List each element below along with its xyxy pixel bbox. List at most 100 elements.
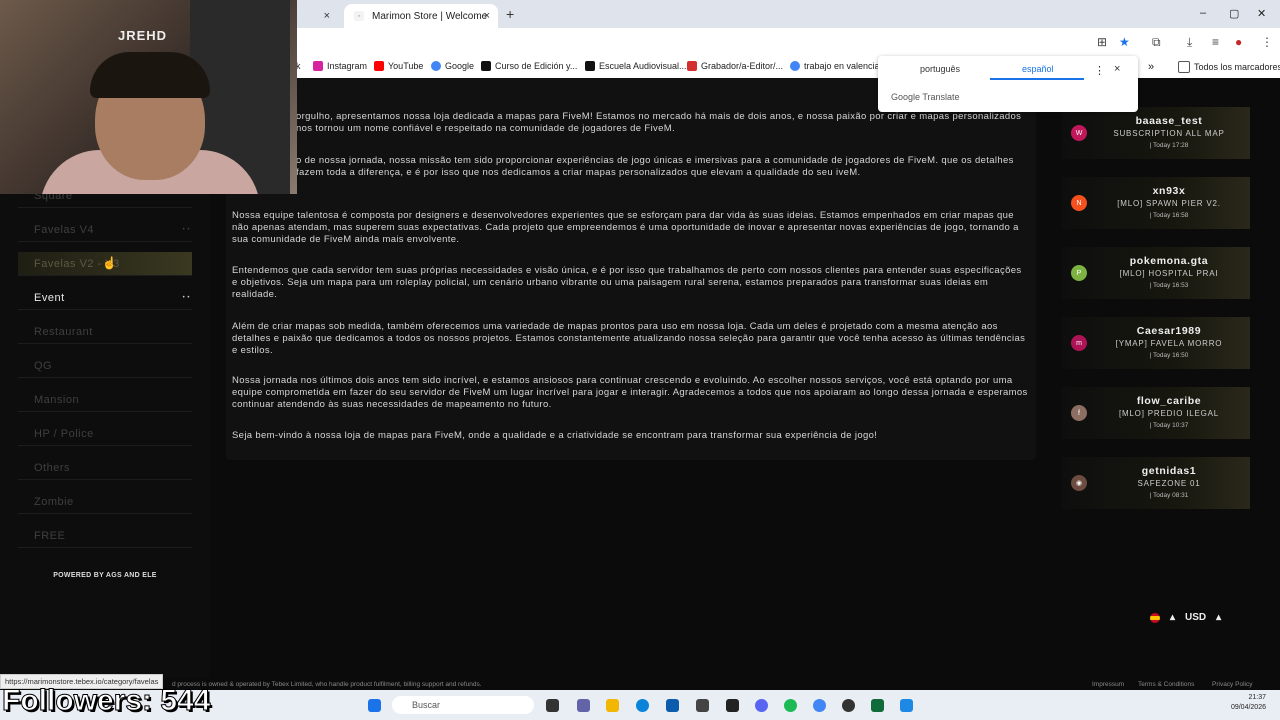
recent-purchase-card: P pokemona.gta [MLO] HOSPITAL PRAI | Tod…: [1062, 247, 1250, 299]
bookmark-youtube[interactable]: YouTube: [374, 61, 423, 71]
buyer-avatar: f: [1071, 405, 1087, 421]
extensions-icon[interactable]: ⧉: [1152, 35, 1161, 50]
welcome-paragraph: Nossa equipe talentosa é composta por de…: [232, 210, 1019, 245]
welcome-paragraph: o de nossa jornada, nossa missão tem sid…: [296, 155, 1014, 178]
category-qg[interactable]: QG: [18, 354, 192, 378]
teams-icon[interactable]: [577, 699, 590, 712]
spotify-icon[interactable]: [784, 699, 797, 712]
app-icon[interactable]: [696, 699, 709, 712]
taskbar-search[interactable]: Buscar: [392, 696, 534, 714]
bookmark-curso[interactable]: Curso de Edición y...: [481, 61, 577, 71]
recent-purchase-card: W baaase_test SUBSCRIPTION ALL MAP | Tod…: [1062, 107, 1250, 159]
footer-link-terms[interactable]: Terms & Conditions: [1138, 681, 1194, 688]
bookmark-star-icon[interactable]: ★: [1119, 35, 1130, 49]
currency-selector[interactable]: ▴ USD ▴: [1150, 612, 1221, 623]
start-icon[interactable]: [368, 699, 381, 712]
clock-date: 09/04/2026: [1230, 704, 1266, 711]
welcome-paragraph: Entendemos que cada servidor tem suas pr…: [232, 265, 1022, 300]
translate-close-icon[interactable]: ×: [1114, 63, 1120, 75]
tab-marimon-store[interactable]: ◦ Marimon Store | Welcome ×: [344, 4, 498, 28]
new-tab-button[interactable]: +: [506, 6, 514, 22]
category-mansion[interactable]: Mansion: [18, 388, 192, 412]
purchased-product: SAFEZONE 01: [1137, 479, 1201, 488]
purchase-time: | Today 17:28: [1149, 142, 1189, 149]
footer-link-impressum[interactable]: Impressum: [1092, 681, 1124, 688]
bookmark-site-icon: [585, 61, 595, 71]
category-restaurant[interactable]: Restaurant: [18, 320, 192, 344]
obs-icon[interactable]: [842, 699, 855, 712]
recent-purchase-card: f flow_caribe [MLO] PREDIO ILEGAL | Toda…: [1062, 387, 1250, 439]
translate-target-tab[interactable]: español: [1022, 64, 1054, 74]
tebex-notice: d process is owned & operated by Tebex L…: [172, 681, 482, 688]
tab-favicon-icon: ◦: [354, 11, 364, 21]
translate-tab-underline: [990, 78, 1084, 80]
recent-purchase-card: N xn93x [MLO] SPAWN PIER V2. | Today 16:…: [1062, 177, 1250, 229]
download-icon[interactable]: ⤓: [1187, 35, 1192, 50]
powered-by-credit: POWERED BY AGS AND ELE: [53, 572, 157, 579]
bookmarks-more-icon[interactable]: »: [1148, 61, 1154, 73]
store-icon[interactable]: [666, 699, 679, 712]
app-icon[interactable]: [726, 699, 739, 712]
webcam-person-hair: [90, 52, 210, 98]
purchased-product: [MLO] SPAWN PIER V2.: [1117, 199, 1221, 208]
translate-source-tab[interactable]: português: [920, 64, 960, 74]
chrome-icon[interactable]: [813, 699, 826, 712]
category-favelas-v4[interactable]: Favelas V4 • •: [18, 218, 192, 242]
clock-time: 21:37: [1248, 694, 1266, 701]
minimize-icon[interactable]: –: [1200, 7, 1206, 19]
bookmark-trabajo[interactable]: trabajo en valencia...: [790, 61, 887, 71]
system-clock[interactable]: 21:37 09/04/2026: [1231, 693, 1266, 713]
buyer-name: getnidas1: [1141, 465, 1197, 477]
currency-code: USD: [1185, 612, 1207, 623]
category-hp-police[interactable]: HP / Police: [18, 422, 192, 446]
purchased-product: [MLO] PREDIO ILEGAL: [1118, 409, 1220, 418]
category-others[interactable]: Others: [18, 456, 192, 480]
webcam-overlay: JREHD: [0, 0, 297, 194]
task-view-icon[interactable]: [546, 699, 559, 712]
youtube-icon: [374, 61, 384, 71]
media-icon[interactable]: ≡: [1212, 35, 1219, 49]
google-icon: [431, 61, 441, 71]
translate-popup: português español Google Translate ⋮ ×: [878, 56, 1138, 112]
app-icon[interactable]: [871, 699, 884, 712]
instagram-icon: [313, 61, 323, 71]
category-free[interactable]: FREE: [18, 524, 192, 548]
welcome-content-panel: orgulho, apresentamos nossa loja dedicad…: [226, 78, 1036, 460]
purchased-product: [YMAP] FAVELA MORRO: [1115, 339, 1223, 348]
close-window-icon[interactable]: ✕: [1257, 7, 1266, 20]
browser-menu-icon[interactable]: ⋮: [1261, 35, 1273, 49]
category-zombie[interactable]: Zombie: [18, 490, 192, 514]
purchase-time: | Today 10:37: [1149, 422, 1189, 429]
bookmark-instagram[interactable]: Instagram: [313, 61, 367, 71]
followers-counter-overlay: Followers: 544: [1, 684, 211, 718]
bookmark-grabador[interactable]: Grabador/a-Editor/...: [687, 61, 783, 71]
edge-icon[interactable]: [636, 699, 649, 712]
discord-icon[interactable]: [755, 699, 768, 712]
recent-purchases-panel: W baaase_test SUBSCRIPTION ALL MAP | Tod…: [1062, 78, 1254, 678]
buyer-avatar: m: [1071, 335, 1087, 351]
buyer-avatar: P: [1071, 265, 1087, 281]
translate-menu-icon[interactable]: ⋮: [1094, 64, 1105, 77]
category-event[interactable]: Event • •: [18, 286, 192, 310]
footer-link-privacy[interactable]: Privacy Policy: [1212, 681, 1252, 688]
bookmark-escuela[interactable]: Escuela Audiovisual...: [585, 61, 687, 71]
buyer-name: pokemona.gta: [1129, 255, 1209, 267]
tab-previous[interactable]: ×: [298, 4, 338, 28]
bookmark-site-icon: [481, 61, 491, 71]
tab-close-icon[interactable]: ×: [484, 10, 490, 22]
google-translate-brand: Google Translate: [891, 92, 960, 102]
profile-avatar-icon[interactable]: ●: [1235, 35, 1242, 49]
translate-icon[interactable]: ⊞: [1097, 35, 1107, 49]
buyer-name: flow_caribe: [1136, 395, 1202, 407]
buyer-avatar: W: [1071, 125, 1087, 141]
recent-purchase-card: ◉ getnidas1 SAFEZONE 01 | Today 08:31: [1062, 457, 1250, 509]
bookmark-google[interactable]: Google: [431, 61, 474, 71]
all-bookmarks-button[interactable]: Todos los marcadores: [1178, 61, 1280, 73]
maximize-icon[interactable]: ▢: [1229, 7, 1239, 20]
app-icon[interactable]: [900, 699, 913, 712]
file-explorer-icon[interactable]: [606, 699, 619, 712]
buyer-avatar: N: [1071, 195, 1087, 211]
welcome-paragraph: Além de criar mapas sob medida, também o…: [232, 321, 1026, 356]
tab-close-icon[interactable]: ×: [324, 10, 330, 22]
bookmark-site-icon: [687, 61, 697, 71]
